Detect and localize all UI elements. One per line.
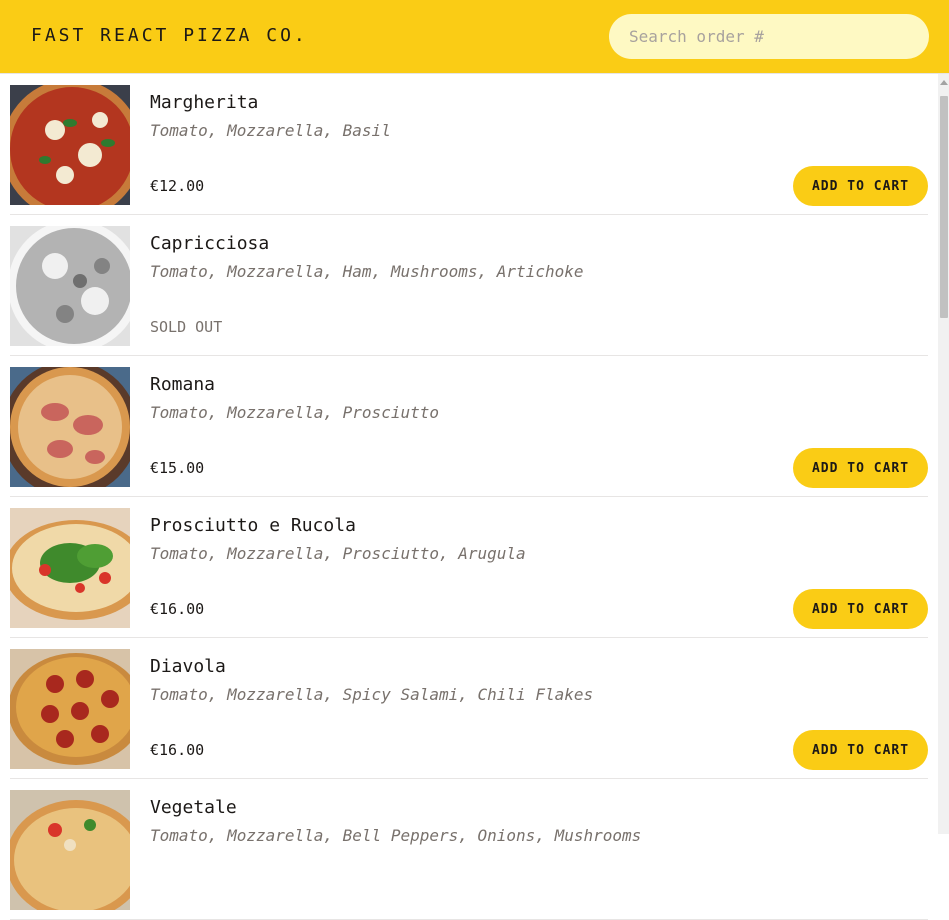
- add-to-cart-button[interactable]: ADD TO CART: [793, 730, 928, 770]
- menu-item: Diavola Tomato, Mozzarella, Spicy Salami…: [10, 638, 928, 779]
- page-scrollbar[interactable]: [938, 74, 949, 834]
- pizza-name: Prosciutto e Rucola: [150, 515, 356, 536]
- pizza-ingredients: Tomato, Mozzarella, Spicy Salami, Chili …: [150, 685, 594, 704]
- scroll-up-arrow-icon[interactable]: [940, 80, 948, 85]
- pizza-price: €16.00: [150, 600, 205, 618]
- pizza-ingredients: Tomato, Mozzarella, Ham, Mushrooms, Arti…: [150, 262, 584, 281]
- app-logo[interactable]: Fast React Pizza Co.: [31, 25, 308, 46]
- menu-item: Vegetale Tomato, Mozzarella, Bell Pepper…: [10, 779, 928, 920]
- menu-item: Prosciutto e Rucola Tomato, Mozzarella, …: [10, 497, 928, 638]
- menu-item: Romana Tomato, Mozzarella, Prosciutto €1…: [10, 356, 928, 497]
- pizza-name: Capricciosa: [150, 233, 270, 254]
- pizza-name: Diavola: [150, 656, 226, 677]
- pizza-menu-list: Margherita Tomato, Mozzarella, Basil €12…: [10, 74, 928, 920]
- pizza-name: Vegetale: [150, 797, 237, 818]
- pizza-image: [10, 226, 130, 346]
- pizza-image: [10, 649, 130, 769]
- pizza-image: [10, 790, 130, 910]
- app-header: Fast React Pizza Co.: [0, 0, 949, 74]
- search-order-input[interactable]: [609, 14, 929, 59]
- pizza-name: Margherita: [150, 92, 259, 113]
- sold-out-label: SOLD OUT: [150, 318, 223, 336]
- pizza-image: [10, 85, 130, 205]
- add-to-cart-button[interactable]: ADD TO CART: [793, 589, 928, 629]
- pizza-name: Romana: [150, 374, 216, 395]
- pizza-price: €16.00: [150, 741, 205, 759]
- pizza-image: [10, 367, 130, 487]
- pizza-image: [10, 508, 130, 628]
- pizza-ingredients: Tomato, Mozzarella, Bell Peppers, Onions…: [150, 826, 642, 845]
- pizza-ingredients: Tomato, Mozzarella, Basil: [150, 121, 391, 140]
- add-to-cart-button[interactable]: ADD TO CART: [793, 448, 928, 488]
- menu-item: Margherita Tomato, Mozzarella, Basil €12…: [10, 74, 928, 215]
- menu-item: Capricciosa Tomato, Mozzarella, Ham, Mus…: [10, 215, 928, 356]
- scrollbar-thumb[interactable]: [940, 96, 948, 318]
- pizza-ingredients: Tomato, Mozzarella, Prosciutto, Arugula: [150, 544, 526, 563]
- pizza-ingredients: Tomato, Mozzarella, Prosciutto: [150, 403, 439, 422]
- add-to-cart-button[interactable]: ADD TO CART: [793, 166, 928, 206]
- pizza-price: €12.00: [150, 177, 205, 195]
- pizza-price: €15.00: [150, 459, 205, 477]
